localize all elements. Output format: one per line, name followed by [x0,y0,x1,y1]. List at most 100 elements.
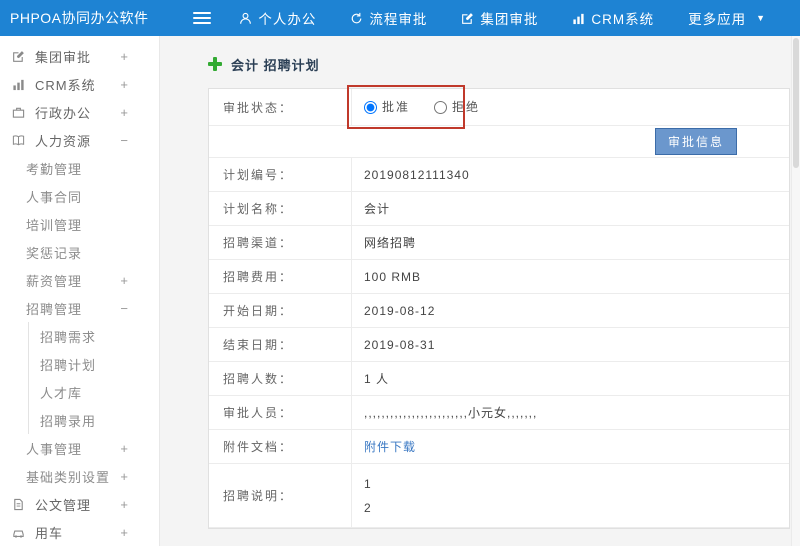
caret-down-icon: ▼ [756,13,766,23]
expand-toggle-icon[interactable]: + [120,525,129,540]
topbar-menu-item[interactable]: 流程审批 [350,8,427,28]
expand-toggle-icon[interactable]: + [120,49,129,64]
sidebar-item[interactable]: 奖惩记录 [0,238,159,266]
sidebar-item[interactable]: 人事管理 + [0,434,159,462]
sidebar-item[interactable]: CRM系统 + [0,70,159,98]
sidebar-item-label: 招聘需求 [40,329,97,345]
page-title: 会计 招聘计划 [208,54,790,74]
sidebar-item-label: 基础类别设置 [26,469,111,485]
radio-input[interactable] [364,100,377,114]
sidebar-item[interactable]: 人力资源 − [0,126,159,154]
sidebar-item-label: 用车 [35,525,64,541]
vertical-scrollbar[interactable] [791,36,800,546]
field-value: 2019-08-12 [351,294,789,327]
sidebar-item-label: 考勤管理 [26,161,83,177]
topbar-menu-item[interactable]: 集团审批 [461,8,538,28]
field-row: 审批人员： ,,,,,,,,,,,,,,,,,,,,,,,,小元女,,,,,,, [209,396,789,430]
expand-toggle-icon[interactable]: + [120,469,129,484]
sidebar-item-label: CRM系统 [35,77,96,93]
sidebar-item-label: 人事管理 [26,441,83,457]
approval-edit-icon [461,12,474,25]
field-label: 招聘费用： [223,270,294,284]
radio-input[interactable] [434,100,448,114]
field-row: 招聘人数： 1 人 [209,362,789,396]
approval-status-row: 审批状态： 批准 拒绝 [209,85,789,129]
expand-toggle-icon[interactable]: + [120,497,129,512]
approval-edit-icon [12,50,31,63]
main-layout: 集团审批 + CRM系统 + 行政办公 + 人力资源 − 考勤管理 人事合同 培… [0,36,800,546]
sidebar-item[interactable]: 薪资管理 + [0,266,159,294]
field-value: 1 2 [351,464,789,527]
field-value: 2019-08-31 [351,328,789,361]
sidebar-item[interactable]: 行政办公 + [0,98,159,126]
field-value: 附件下载 [351,430,789,463]
sidebar-item-label: 人才库 [40,385,83,401]
page-title-text: 会计 招聘计划 [231,57,320,73]
sidebar-item[interactable]: 招聘需求 [0,322,159,350]
approval-status-options: 批准 拒绝 [351,89,789,125]
topbar-menu-item[interactable]: 个人办公 [239,8,316,28]
person-icon [239,12,252,25]
field-value: 20190812111340 [351,158,789,191]
sidebar-item-label: 公文管理 [35,497,92,513]
expand-toggle-icon[interactable]: + [120,441,129,456]
field-row: 招聘费用： 100 RMB [209,260,789,294]
field-row: 结束日期： 2019-08-31 [209,328,789,362]
main-content: 会计 招聘计划 审批状态： 批准 拒绝 审批信息 计划编号： 201908121… [160,36,800,546]
sidebar-item-label: 行政办公 [35,105,92,121]
field-label: 招聘说明： [223,489,294,503]
field-value: 1 人 [351,362,789,395]
sidebar-item-label: 人事合同 [26,189,83,205]
car-icon [12,526,31,539]
field-label: 审批人员： [223,406,294,420]
sidebar-item[interactable]: 集团审批 + [0,42,159,70]
field-row: 招聘说明： 1 2 [209,464,789,528]
bar-chart-icon [12,78,31,91]
sidebar-item-label: 招聘录用 [40,413,97,429]
sidebar-item-label: 招聘计划 [40,357,97,373]
book-icon [12,134,31,147]
field-row: 开始日期： 2019-08-12 [209,294,789,328]
field-rows: 计划编号： 20190812111340 计划名称： 会计 招聘渠道： 网络招聘… [209,158,789,528]
sidebar-item[interactable]: 招聘录用 [0,406,159,434]
briefcase-icon [12,106,31,119]
app-logo[interactable]: PHPOA协同办公软件 [0,8,185,28]
topbar-menu-item[interactable]: CRM系统 [572,8,654,28]
field-label: 附件文档： [223,440,294,454]
topbar: PHPOA协同办公软件 个人办公 流程审批 集团审批 CRM系统 更多应用 ▼ [0,0,800,36]
sidebar-item[interactable]: 用车 + [0,518,159,546]
field-row: 招聘渠道： 网络招聘 [209,226,789,260]
expand-toggle-icon[interactable]: + [120,77,129,92]
sidebar-item[interactable]: 人才库 [0,378,159,406]
field-label: 结束日期： [223,338,294,352]
field-value: 会计 [351,192,789,225]
topbar-menu-item[interactable]: 更多应用 ▼ [688,8,766,28]
expand-toggle-icon[interactable]: + [120,273,129,288]
expand-toggle-icon[interactable]: − [120,133,129,148]
sidebar-item-label: 薪资管理 [26,273,83,289]
sidebar-item[interactable]: 人事合同 [0,182,159,210]
sidebar-item[interactable]: 考勤管理 [0,154,159,182]
sidebar-item[interactable]: 培训管理 [0,210,159,238]
expand-toggle-icon[interactable]: + [120,105,129,120]
field-label: 招聘人数： [223,372,294,386]
attachment-download-link[interactable]: 附件下载 [364,435,416,459]
sidebar-item-label: 培训管理 [26,217,83,233]
sidebar-item[interactable]: 公文管理 + [0,490,159,518]
approval-info-button[interactable]: 审批信息 [654,128,737,155]
sidebar-item[interactable]: 基础类别设置 + [0,462,159,490]
approval-status-radio-option[interactable]: 拒绝 [434,95,480,119]
nav-label: 个人办公 [258,12,317,27]
scrollbar-thumb[interactable] [793,38,799,168]
expand-toggle-icon[interactable]: − [120,301,129,316]
sidebar-item[interactable]: 招聘计划 [0,350,159,378]
sidebar-item[interactable]: 招聘管理 − [0,294,159,322]
hamburger-menu-icon[interactable] [193,11,212,25]
process-icon [350,12,363,25]
field-value: 网络招聘 [351,226,789,259]
approval-status-radio-option[interactable]: 批准 [364,95,410,119]
field-label: 招聘渠道： [223,236,294,250]
bar-chart-icon [572,12,585,25]
field-row: 附件文档： 附件下载 [209,430,789,464]
add-plus-icon [208,57,222,71]
